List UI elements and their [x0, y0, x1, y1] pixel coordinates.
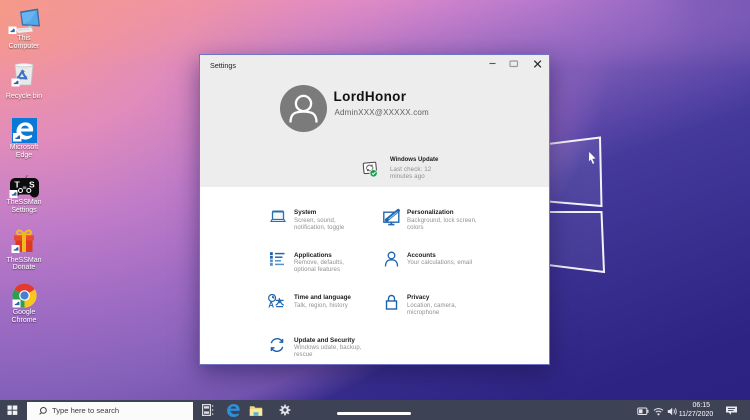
svg-text:A: A [268, 301, 274, 309]
svg-text:T: T [14, 180, 20, 190]
svg-text:S: S [29, 180, 35, 190]
